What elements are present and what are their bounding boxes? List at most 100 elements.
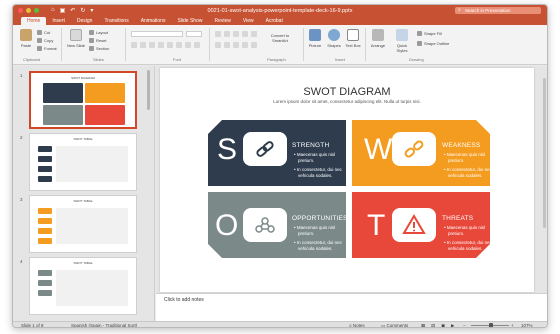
- zoom-out-icon[interactable]: −: [463, 323, 466, 327]
- arrange-button[interactable]: Arrange: [369, 29, 387, 48]
- bullet-text: Maecenas quis nisl: [296, 152, 336, 157]
- window-controls: [18, 8, 39, 13]
- threats-heading[interactable]: THREATS: [442, 215, 473, 222]
- bullet-line: pretium.: [298, 231, 315, 237]
- weakness-heading[interactable]: WEAKNESS: [442, 142, 480, 149]
- underline-button[interactable]: [149, 42, 155, 48]
- customize-icon[interactable]: ▾: [90, 7, 93, 14]
- layout-button[interactable]: Layout: [89, 30, 108, 35]
- group-label-clipboard: Clipboard: [23, 57, 41, 62]
- weakness-bullets[interactable]: • Maecenas quis nisl pretium. • In conse…: [444, 152, 492, 179]
- tab-transitions[interactable]: Transitions: [98, 17, 134, 25]
- slide-counter: Slide 1 of 8: [21, 323, 44, 328]
- superscript-button[interactable]: [167, 42, 173, 48]
- mini-card-s: [43, 83, 83, 103]
- thumbnail-item[interactable]: 1 SWOT DIAGRAM: [13, 71, 154, 129]
- tab-slide-show[interactable]: Slide Show: [171, 17, 208, 25]
- align-right-button[interactable]: [233, 42, 239, 48]
- section-button[interactable]: Section: [89, 46, 109, 51]
- normal-view-icon[interactable]: ▦: [421, 323, 425, 327]
- thumbnail-slide-3[interactable]: SWOT TABLE: [29, 195, 137, 253]
- zoom-level[interactable]: 107%: [521, 323, 533, 327]
- thumbnail-number: 4: [20, 259, 23, 264]
- reading-view-icon[interactable]: ▣: [441, 323, 445, 327]
- align-center-button[interactable]: [224, 42, 230, 48]
- notes-placeholder[interactable]: Click to add notes: [164, 297, 204, 303]
- columns-button[interactable]: [251, 42, 257, 48]
- slideshow-icon[interactable]: ▶: [451, 323, 454, 327]
- tab-view[interactable]: View: [237, 17, 260, 25]
- text-box-button[interactable]: Text Box: [344, 29, 362, 48]
- decrease-indent-button[interactable]: [233, 31, 239, 37]
- convert-smartart-button[interactable]: Convert to SmartArt: [263, 33, 297, 43]
- mini-card-s: [38, 156, 52, 162]
- threats-bullets[interactable]: • Maecenas quis nisl pretium. • In conse…: [444, 225, 492, 252]
- format-painter-button[interactable]: Format: [37, 46, 57, 51]
- bullet-text: Maecenas quis nisl: [296, 225, 336, 230]
- tab-home[interactable]: Home: [21, 17, 47, 25]
- zoom-slider-knob[interactable]: [489, 323, 493, 327]
- strength-bullets[interactable]: • Maecenas quis nisl pretium. • In conse…: [294, 152, 342, 179]
- status-bar: Slide 1 of 8 Spanish (Spain - Traditiona…: [13, 321, 547, 328]
- tab-acrobat[interactable]: Acrobat: [260, 17, 289, 25]
- thumbnail-slide-1[interactable]: SWOT DIAGRAM: [29, 71, 137, 129]
- font-size-dropdown[interactable]: [186, 31, 202, 37]
- subscript-button[interactable]: [176, 42, 182, 48]
- italic-button[interactable]: [140, 42, 146, 48]
- thumbnail-item[interactable]: 3 SWOT TABLE: [13, 195, 154, 253]
- slide-scrollbar[interactable]: [542, 68, 547, 286]
- zoom-button[interactable]: [34, 8, 39, 13]
- shape-outline-button[interactable]: Shape Outline: [417, 41, 449, 46]
- slide-sorter-icon[interactable]: ▤: [431, 323, 435, 327]
- numbering-button[interactable]: [224, 31, 230, 37]
- line-spacing-button[interactable]: [251, 31, 257, 37]
- align-left-button[interactable]: [215, 42, 221, 48]
- thumbnail-slide-4[interactable]: SWOT TABLE: [29, 257, 137, 315]
- undo-icon[interactable]: ↶: [70, 7, 75, 14]
- tab-animations[interactable]: Animations: [135, 17, 172, 25]
- notes-toggle[interactable]: ≡ Notes: [349, 323, 365, 327]
- font-color-button[interactable]: [185, 42, 191, 48]
- picture-label: Picture: [308, 43, 322, 48]
- shape-fill-button[interactable]: Shape Fill: [417, 31, 442, 36]
- thumbnail-item[interactable]: 4 SWOT TABLE: [13, 257, 154, 315]
- comments-toggle[interactable]: ▭ Comments: [381, 323, 408, 327]
- picture-button[interactable]: Picture: [306, 29, 324, 48]
- reset-button[interactable]: Reset: [89, 38, 106, 43]
- strength-heading[interactable]: STRENGTH: [292, 142, 329, 149]
- opportunities-heading[interactable]: OPPORTUNITIES: [292, 215, 348, 222]
- tab-design[interactable]: Design: [71, 17, 99, 25]
- cut-button[interactable]: Cut: [37, 30, 50, 35]
- quick-styles-button[interactable]: Quick Styles: [391, 29, 413, 53]
- bold-button[interactable]: [131, 42, 137, 48]
- paste-button[interactable]: Paste: [17, 29, 35, 48]
- minimize-button[interactable]: [26, 8, 31, 13]
- copy-button[interactable]: Copy: [37, 38, 53, 43]
- zoom-in-icon[interactable]: +: [511, 323, 514, 327]
- justify-button[interactable]: [242, 42, 248, 48]
- tab-review[interactable]: Review: [208, 17, 236, 25]
- bullets-button[interactable]: [215, 31, 221, 37]
- quick-styles-icon: [396, 29, 408, 41]
- search-input[interactable]: ⌕ Search in Presentation: [455, 7, 541, 14]
- new-slide-button[interactable]: New Slide: [67, 29, 85, 48]
- increase-indent-button[interactable]: [242, 31, 248, 37]
- highlight-button[interactable]: [194, 42, 200, 48]
- close-button[interactable]: [18, 8, 23, 13]
- opportunities-bullets[interactable]: • Maecenas quis nisl pretium. • In conse…: [294, 225, 342, 252]
- thumbnail-slide-2[interactable]: SWOT TABLE: [29, 133, 137, 191]
- language-indicator[interactable]: Spanish (Spain - Traditional Sort): [71, 323, 137, 327]
- notes-pane[interactable]: Click to add notes: [156, 293, 547, 321]
- redo-icon[interactable]: ↻: [80, 7, 85, 14]
- shapes-button[interactable]: Shapes: [325, 29, 343, 48]
- mini-card-o: [38, 280, 52, 286]
- font-name-dropdown[interactable]: [131, 31, 183, 37]
- current-slide[interactable]: SWOT DIAGRAM Lorem ipsum dolor sit amet,…: [160, 68, 534, 292]
- home-icon[interactable]: ⌂: [51, 7, 55, 14]
- strikethrough-button[interactable]: [158, 42, 164, 48]
- tab-insert[interactable]: Insert: [46, 17, 71, 25]
- title-bar: ⌂ ▣ ↶ ↻ ▾ 0021-01-swot-analysis-powerpoi…: [13, 5, 547, 16]
- scrollbar-thumb[interactable]: [543, 78, 546, 228]
- thumbnail-item[interactable]: 2 SWOT TABLE: [13, 133, 154, 191]
- save-icon[interactable]: ▣: [60, 7, 66, 14]
